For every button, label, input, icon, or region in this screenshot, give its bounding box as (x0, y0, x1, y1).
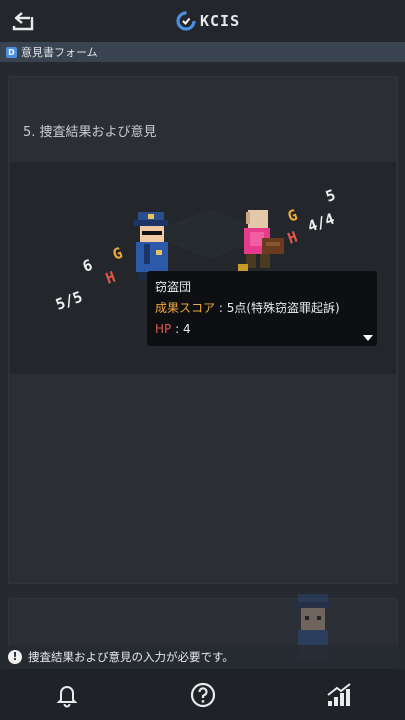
tooltip-score-label: 成果スコア (155, 301, 216, 315)
tooltip-score-row: 成果スコア : 5点(特殊窃盗罪起訴) (155, 298, 369, 319)
thief-h-value: 4/4 (305, 210, 337, 236)
thief-g-value: 5 (323, 186, 338, 206)
breadcrumb: D 意見書フォーム (0, 42, 405, 62)
thief-h-label: H (285, 228, 300, 248)
bell-icon[interactable] (53, 681, 81, 709)
kcis-logo-icon (176, 11, 196, 31)
tooltip-hp-sep: : (175, 322, 180, 336)
unit-tooltip[interactable]: 窃盗団 成果スコア : 5点(特殊窃盗罪起訴) HP : 4 (147, 271, 377, 346)
validation-notice: ! 捜査結果および意見の入力が必要です。 (0, 645, 405, 669)
tooltip-unit-name: 窃盗団 (155, 280, 192, 294)
app-logo[interactable]: KCIS (176, 11, 240, 31)
tooltip-hp-label: HP (155, 322, 172, 336)
thief-g-label: G (285, 206, 300, 226)
logo-text: KCIS (200, 12, 241, 30)
police-g-label: G (110, 244, 125, 264)
alert-icon: ! (8, 650, 22, 664)
thief-sprite[interactable] (238, 210, 284, 272)
help-icon[interactable] (189, 681, 217, 709)
police-h-value: 5/5 (53, 288, 85, 314)
tooltip-score-sep: : (218, 301, 223, 315)
tooltip-score-value: 5点(特殊窃盗罪起訴) (226, 301, 340, 315)
stats-icon[interactable] (325, 681, 353, 709)
thief-stats: G H 5 4/4 (285, 186, 338, 248)
bottom-tab-bar (0, 669, 405, 720)
tooltip-hp-value: 4 (182, 322, 191, 336)
police-officer-sprite[interactable] (134, 212, 168, 280)
breadcrumb-label: 意見書フォーム (21, 46, 98, 59)
breadcrumb-badge: D (6, 46, 17, 58)
police-g-value: 6 (80, 256, 95, 276)
police-stats: G H 6 5/5 (53, 244, 125, 314)
police-h-label: H (103, 268, 118, 288)
tooltip-hp-row: HP : 4 (155, 319, 369, 340)
caret-down-icon[interactable] (363, 335, 373, 341)
section-title: 5. 捜査結果および意見 (23, 125, 157, 140)
exit-arrow-icon[interactable] (10, 9, 38, 33)
app-header: KCIS (0, 0, 405, 42)
notice-text: 捜査結果および意見の入力が必要です。 (28, 650, 234, 664)
